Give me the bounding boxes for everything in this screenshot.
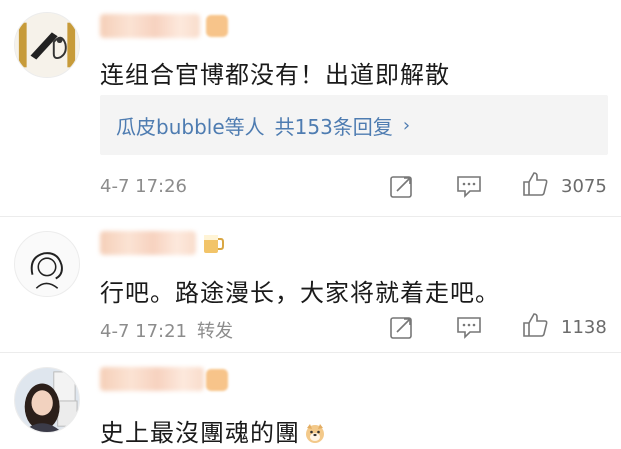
replies-preview[interactable]: 瓜皮bubble等人 共153条回复 ›	[100, 95, 608, 155]
doge-emoji-icon	[306, 424, 324, 443]
like-count: 1138	[561, 317, 607, 338]
avatar-illustration	[15, 13, 79, 77]
comment-text: 史上最沒團魂的團	[100, 413, 326, 448]
comment-text-content: 史上最沒團魂的團	[100, 419, 300, 447]
like-icon[interactable]	[521, 170, 549, 198]
user-badge-icon	[206, 369, 228, 391]
comment-icon[interactable]	[455, 172, 483, 200]
avatar-illustration	[15, 232, 79, 296]
comment-meta: 4-7 17:21 转发	[100, 317, 233, 343]
avatar[interactable]	[14, 367, 80, 433]
repost-icon[interactable]	[388, 172, 416, 200]
comment-item: 行吧。路途漫长，大家将就着走吧。 4-7 17:21 转发 1138	[0, 217, 621, 352]
repost-label[interactable]: 转发	[197, 321, 233, 342]
like-icon[interactable]	[521, 311, 549, 339]
chevron-right-icon: ›	[402, 114, 411, 136]
username-obscured[interactable]	[100, 14, 200, 38]
username-obscured[interactable]	[100, 367, 204, 391]
comment-item: 连组合官博都没有！出道即解散 瓜皮bubble等人 共153条回复 › 4-7 …	[0, 0, 621, 215]
username-obscured[interactable]	[100, 231, 196, 255]
reply-count-link[interactable]: 共153条回复	[275, 111, 393, 140]
avatar-photo	[15, 368, 79, 432]
comment-icon[interactable]	[455, 313, 483, 341]
like-count: 3075	[561, 176, 607, 197]
repost-icon[interactable]	[388, 313, 416, 341]
comment-timestamp: 4-7 17:26	[100, 176, 187, 197]
comment-text: 连组合官博都没有！出道即解散	[100, 61, 450, 89]
user-badge-icon	[206, 15, 228, 37]
reply-users-link[interactable]: 瓜皮bubble等人	[116, 111, 265, 140]
comment-text: 行吧。路途漫长，大家将就着走吧。	[100, 279, 500, 307]
comment-item: 史上最沒團魂的團	[0, 353, 621, 449]
comment-timestamp: 4-7 17:21	[100, 321, 187, 342]
avatar[interactable]	[14, 231, 80, 297]
avatar[interactable]	[14, 12, 80, 78]
mug-badge-icon	[204, 235, 224, 253]
